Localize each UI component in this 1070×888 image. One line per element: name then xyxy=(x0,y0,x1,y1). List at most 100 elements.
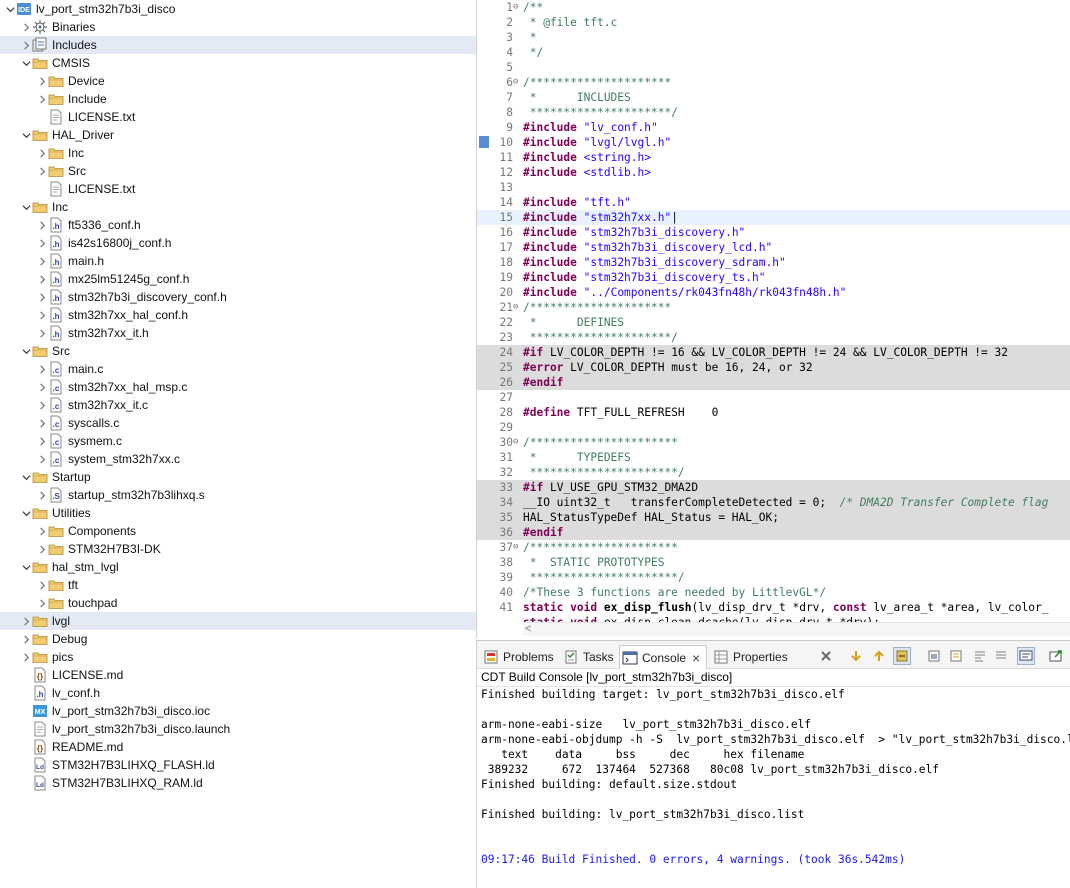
tree-item[interactable]: HAL_Driver xyxy=(0,126,476,144)
chevron-right-icon[interactable] xyxy=(36,414,48,432)
fold-toggle-icon[interactable]: ⊖ xyxy=(513,300,521,315)
chevron-right-icon[interactable] xyxy=(36,234,48,252)
code-line[interactable]: 15 #include "stm32h7xx.h"| xyxy=(477,210,1070,225)
code-line[interactable]: 27 xyxy=(477,390,1070,405)
chevron-right-icon[interactable] xyxy=(36,576,48,594)
tree-item[interactable]: lvgl xyxy=(0,612,476,630)
tree-item[interactable]: lv_port_stm32h7b3i_disco.launch xyxy=(0,720,476,738)
tree-item[interactable]: {} LICENSE.md xyxy=(0,666,476,684)
code-line[interactable]: 6 ⊖/********************* xyxy=(477,75,1070,90)
code-line[interactable]: 8 *********************/ xyxy=(477,105,1070,120)
chevron-down-icon[interactable] xyxy=(20,342,32,360)
close-icon[interactable]: × xyxy=(692,650,700,666)
code-line[interactable]: 5 xyxy=(477,60,1070,75)
next-icon[interactable] xyxy=(847,647,865,665)
chevron-down-icon[interactable] xyxy=(20,126,32,144)
console-output[interactable]: Finished building target: lv_port_stm32h… xyxy=(477,687,1070,888)
tree-item[interactable]: Components xyxy=(0,522,476,540)
fold-toggle-icon[interactable]: ⊖ xyxy=(513,540,521,555)
tree-item[interactable]: .c stm32h7xx_hal_msp.c xyxy=(0,378,476,396)
code-line[interactable]: 25 #error LV_COLOR_DEPTH must be 16, 24, … xyxy=(477,360,1070,375)
code-line[interactable]: 7 * INCLUDES xyxy=(477,90,1070,105)
pin-console-icon[interactable] xyxy=(947,647,965,665)
code-line[interactable]: 12 #include <stdlib.h> xyxy=(477,165,1070,180)
tree-item[interactable]: .h ft5336_conf.h xyxy=(0,216,476,234)
tab-properties[interactable]: Properties xyxy=(711,645,793,669)
tab-console[interactable]: Console × xyxy=(619,645,707,669)
code-line[interactable]: 3 * xyxy=(477,30,1070,45)
chevron-right-icon[interactable] xyxy=(36,252,48,270)
tree-item[interactable]: LICENSE.txt xyxy=(0,180,476,198)
fold-toggle-icon[interactable]: ⊖ xyxy=(513,435,521,450)
chevron-right-icon[interactable] xyxy=(36,90,48,108)
chevron-right-icon[interactable] xyxy=(36,522,48,540)
fold-toggle-icon[interactable]: ⊖ xyxy=(513,75,521,90)
tree-item[interactable]: MX lv_port_stm32h7b3i_disco.ioc xyxy=(0,702,476,720)
clear-console-icon[interactable] xyxy=(992,647,1010,665)
code-line[interactable]: 9 #include "lv_conf.h" xyxy=(477,120,1070,135)
chevron-right-icon[interactable] xyxy=(20,36,32,54)
tree-item[interactable]: LICENSE.txt xyxy=(0,108,476,126)
chevron-right-icon[interactable] xyxy=(36,378,48,396)
chevron-right-icon[interactable] xyxy=(36,72,48,90)
chevron-right-icon[interactable] xyxy=(36,486,48,504)
chevron-right-icon[interactable] xyxy=(36,324,48,342)
tree-item[interactable]: Inc xyxy=(0,198,476,216)
code-line[interactable]: 31 * TYPEDEFS xyxy=(477,450,1070,465)
code-line[interactable]: 4 */ xyxy=(477,45,1070,60)
tree-item[interactable]: Utilities xyxy=(0,504,476,522)
code-line[interactable]: 40 /*These 3 functions are needed by Litt… xyxy=(477,585,1070,600)
tree-item[interactable]: hal_stm_lvgl xyxy=(0,558,476,576)
tree-item[interactable]: .c sysmem.c xyxy=(0,432,476,450)
previous-icon[interactable] xyxy=(870,647,888,665)
chevron-right-icon[interactable] xyxy=(36,306,48,324)
code-line[interactable]: 38 * STATIC PROTOTYPES xyxy=(477,555,1070,570)
tree-item[interactable]: .h stm32h7b3i_discovery_conf.h xyxy=(0,288,476,306)
tree-item[interactable]: .h stm32h7xx_hal_conf.h xyxy=(0,306,476,324)
code-line[interactable]: 13 xyxy=(477,180,1070,195)
tree-item[interactable]: Device xyxy=(0,72,476,90)
tree-item[interactable]: .S startup_stm32h7b3lihxq.s xyxy=(0,486,476,504)
chevron-right-icon[interactable] xyxy=(36,540,48,558)
tree-item[interactable]: .h lv_conf.h xyxy=(0,684,476,702)
tree-item[interactable]: Startup xyxy=(0,468,476,486)
code-line[interactable]: 1 ⊖/** xyxy=(477,0,1070,15)
code-line[interactable]: 41 static void ex_disp_flush(lv_disp_drv_… xyxy=(477,600,1070,615)
open-console-icon[interactable] xyxy=(1047,647,1065,665)
chevron-right-icon[interactable] xyxy=(20,612,32,630)
code-line[interactable]: 28 #define TFT_FULL_REFRESH 0 xyxy=(477,405,1070,420)
scroll-left-icon[interactable]: < xyxy=(525,623,531,635)
horizontal-scrollbar[interactable]: < xyxy=(523,622,1070,636)
tree-item[interactable]: .h stm32h7xx_it.h xyxy=(0,324,476,342)
tree-item[interactable]: Src xyxy=(0,162,476,180)
chevron-right-icon[interactable] xyxy=(20,18,32,36)
code-line[interactable]: 35 HAL_StatusTypeDef HAL_Status = HAL_OK; xyxy=(477,510,1070,525)
tree-item[interactable]: Ld STM32H7B3LIHXQ_FLASH.ld xyxy=(0,756,476,774)
code-line[interactable]: 18 #include "stm32h7b3i_discovery_sdram.h… xyxy=(477,255,1070,270)
code-line[interactable]: 21 ⊖/********************* xyxy=(477,300,1070,315)
tree-item[interactable]: STM32H7B3I-DK xyxy=(0,540,476,558)
chevron-right-icon[interactable] xyxy=(36,162,48,180)
chevron-down-icon[interactable] xyxy=(20,54,32,72)
word-wrap-icon[interactable] xyxy=(971,647,989,665)
chevron-right-icon[interactable] xyxy=(36,144,48,162)
tree-item[interactable]: .c main.c xyxy=(0,360,476,378)
chevron-right-icon[interactable] xyxy=(36,288,48,306)
code-line[interactable]: 10 #include "lvgl/lvgl.h" xyxy=(477,135,1070,150)
tree-item[interactable]: {} README.md xyxy=(0,738,476,756)
chevron-right-icon[interactable] xyxy=(36,450,48,468)
scroll-lock-icon[interactable] xyxy=(925,647,943,665)
code-line[interactable]: 26 #endif xyxy=(477,375,1070,390)
tree-item[interactable]: pics xyxy=(0,648,476,666)
tree-item[interactable]: touchpad xyxy=(0,594,476,612)
tree-item[interactable]: .h is42s16800j_conf.h xyxy=(0,234,476,252)
code-line[interactable]: 37 ⊖/********************** xyxy=(477,540,1070,555)
tree-item[interactable]: Src xyxy=(0,342,476,360)
tree-item[interactable]: .c syscalls.c xyxy=(0,414,476,432)
code-line[interactable]: 23 *********************/ xyxy=(477,330,1070,345)
remove-launch-icon[interactable] xyxy=(817,647,835,665)
tree-item[interactable]: tft xyxy=(0,576,476,594)
chevron-right-icon[interactable] xyxy=(36,396,48,414)
chevron-right-icon[interactable] xyxy=(36,360,48,378)
tree-item[interactable]: Includes xyxy=(0,36,476,54)
